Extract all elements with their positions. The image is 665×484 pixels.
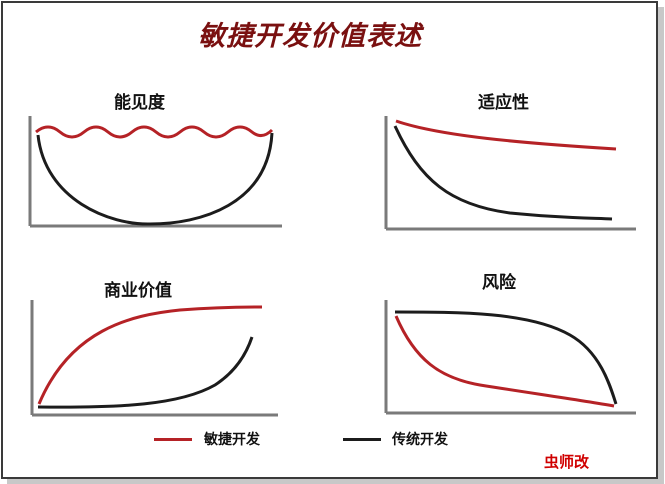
panel-risk xyxy=(384,300,636,415)
legend-label-traditional: 传统开发 xyxy=(392,432,448,448)
legend-line-agile xyxy=(154,438,192,441)
agile-curve-risk xyxy=(394,315,615,408)
legend-label-agile: 敏捷开发 xyxy=(204,432,260,448)
credit-text: 虫师改 xyxy=(544,453,590,471)
legend-line-traditional xyxy=(343,438,381,441)
